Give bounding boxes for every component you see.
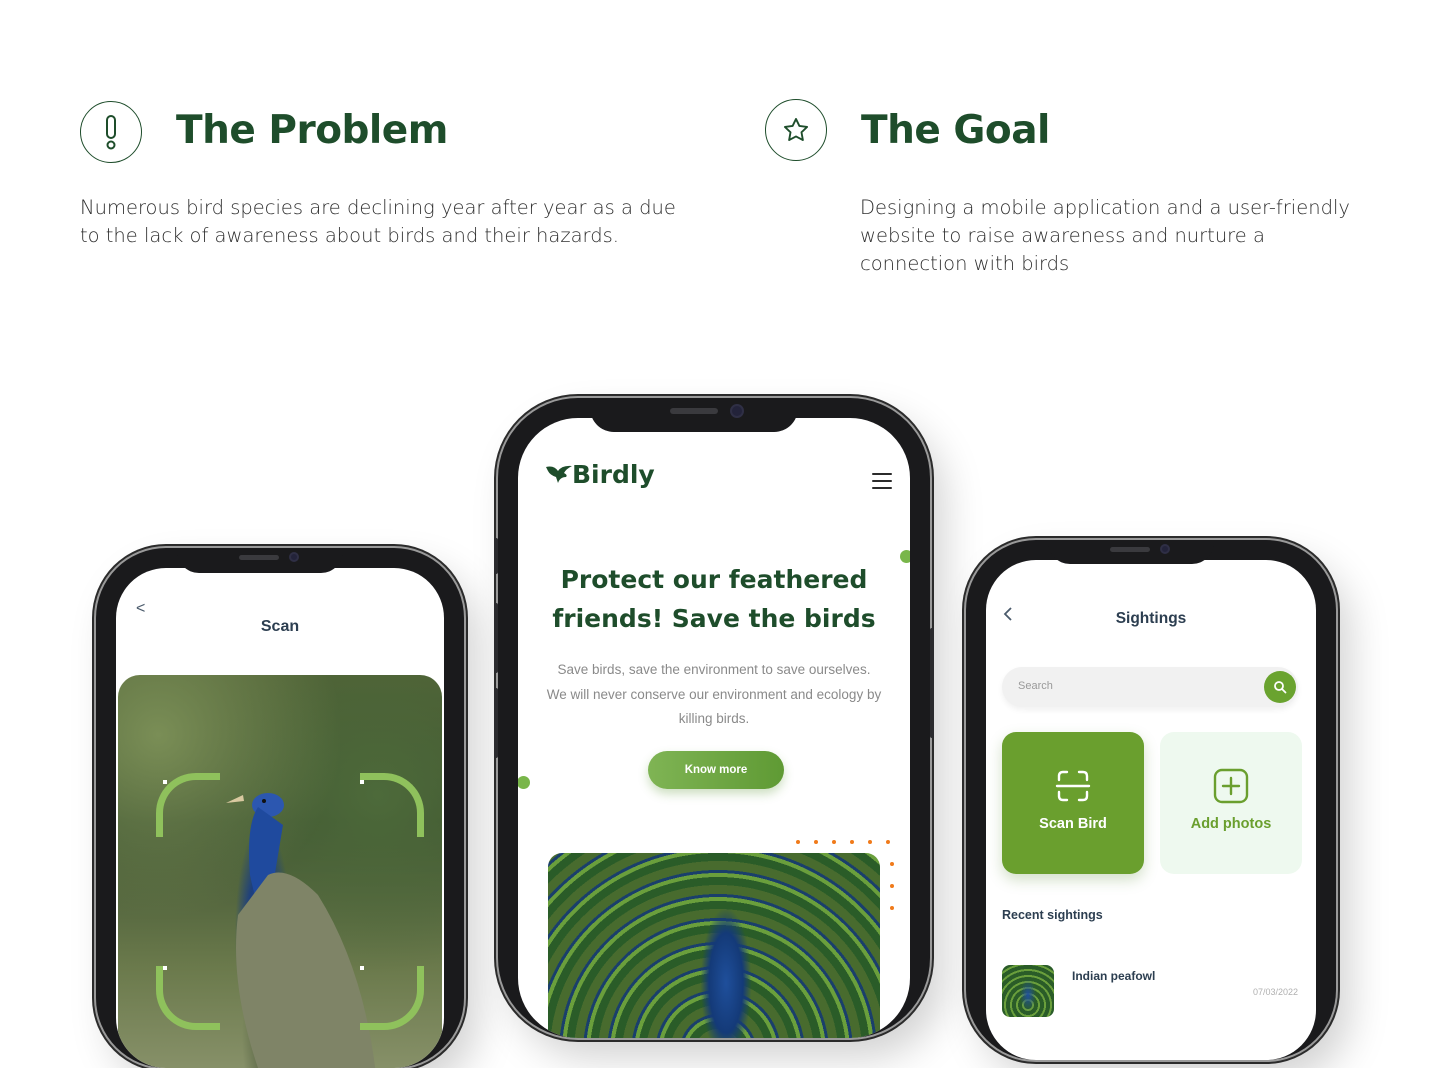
back-chevron-icon[interactable]: < xyxy=(136,600,145,618)
recent-sightings-heading: Recent sightings xyxy=(1002,908,1103,922)
decor-dot xyxy=(900,550,910,563)
scan-bird-label: Scan Bird xyxy=(1039,816,1107,832)
add-photos-card[interactable]: Add photos xyxy=(1160,732,1302,874)
problem-text: Numerous bird species are declining year… xyxy=(80,196,676,247)
sightings-title: Sightings xyxy=(1115,610,1187,627)
phone-camera xyxy=(289,552,299,562)
exclamation-icon xyxy=(106,115,116,150)
hero-title: Protect our feathered friends! Save the … xyxy=(552,565,876,633)
side-button xyxy=(930,628,934,738)
scan-title: Scan xyxy=(260,618,300,635)
sighting-thumbnail xyxy=(1002,965,1054,1017)
star-icon xyxy=(783,117,809,141)
search-input[interactable]: Search xyxy=(1018,680,1053,692)
search-field[interactable]: Search xyxy=(1002,667,1298,707)
search-button[interactable] xyxy=(1264,671,1296,703)
add-photo-icon xyxy=(1213,768,1249,804)
add-photos-label: Add photos xyxy=(1190,816,1272,832)
search-icon xyxy=(1274,681,1287,694)
sightings-screen: Sightings Search Scan Bird Add photos Re… xyxy=(986,560,1316,1060)
decor-dot xyxy=(518,776,530,789)
scan-frame-corner xyxy=(156,773,220,837)
scan-screen: < Scan xyxy=(116,568,444,1068)
phone-notch xyxy=(590,398,798,432)
know-more-button[interactable]: Know more xyxy=(648,751,784,789)
phone-notch xyxy=(177,548,343,573)
website-phone-mockup: Birdly Protect our feathered friends! Sa… xyxy=(494,398,934,1038)
scan-phone-mockup: < Scan xyxy=(96,548,464,1068)
phone-speaker xyxy=(670,408,718,414)
problem-badge-icon xyxy=(80,101,142,163)
side-button xyxy=(494,603,498,673)
goal-text: Designing a mobile application and a use… xyxy=(860,196,1350,275)
phone-notch xyxy=(1048,540,1214,564)
side-button xyxy=(494,538,498,574)
sightings-phone-mockup: Sightings Search Scan Bird Add photos Re… xyxy=(966,540,1336,1060)
goal-badge-icon xyxy=(765,99,827,161)
hamburger-icon[interactable] xyxy=(872,473,892,494)
scan-bird-card[interactable]: Scan Bird xyxy=(1002,732,1144,874)
logo-text: Birdly xyxy=(572,460,655,489)
sighting-name: Indian peafowl xyxy=(1072,969,1156,983)
birdly-logo[interactable]: Birdly xyxy=(544,460,655,489)
phone-speaker xyxy=(1110,547,1150,552)
phone-speaker xyxy=(239,555,279,560)
side-button xyxy=(494,688,498,758)
bird-logo-icon xyxy=(546,465,572,483)
website-screen: Birdly Protect our feathered friends! Sa… xyxy=(518,418,910,1038)
scan-icon xyxy=(1055,770,1091,802)
problem-title: The Problem xyxy=(176,108,448,153)
peacock-hero-photo xyxy=(548,853,880,1038)
sighting-date: 07/03/2022 xyxy=(1252,987,1298,997)
goal-title: The Goal xyxy=(861,108,1050,153)
phone-camera xyxy=(730,404,744,418)
hero-text: Save birds, save the environment to save… xyxy=(546,662,882,726)
list-item[interactable]: Indian peafowl 07/03/2022 xyxy=(1002,965,1298,1025)
phone-camera xyxy=(1160,544,1170,554)
